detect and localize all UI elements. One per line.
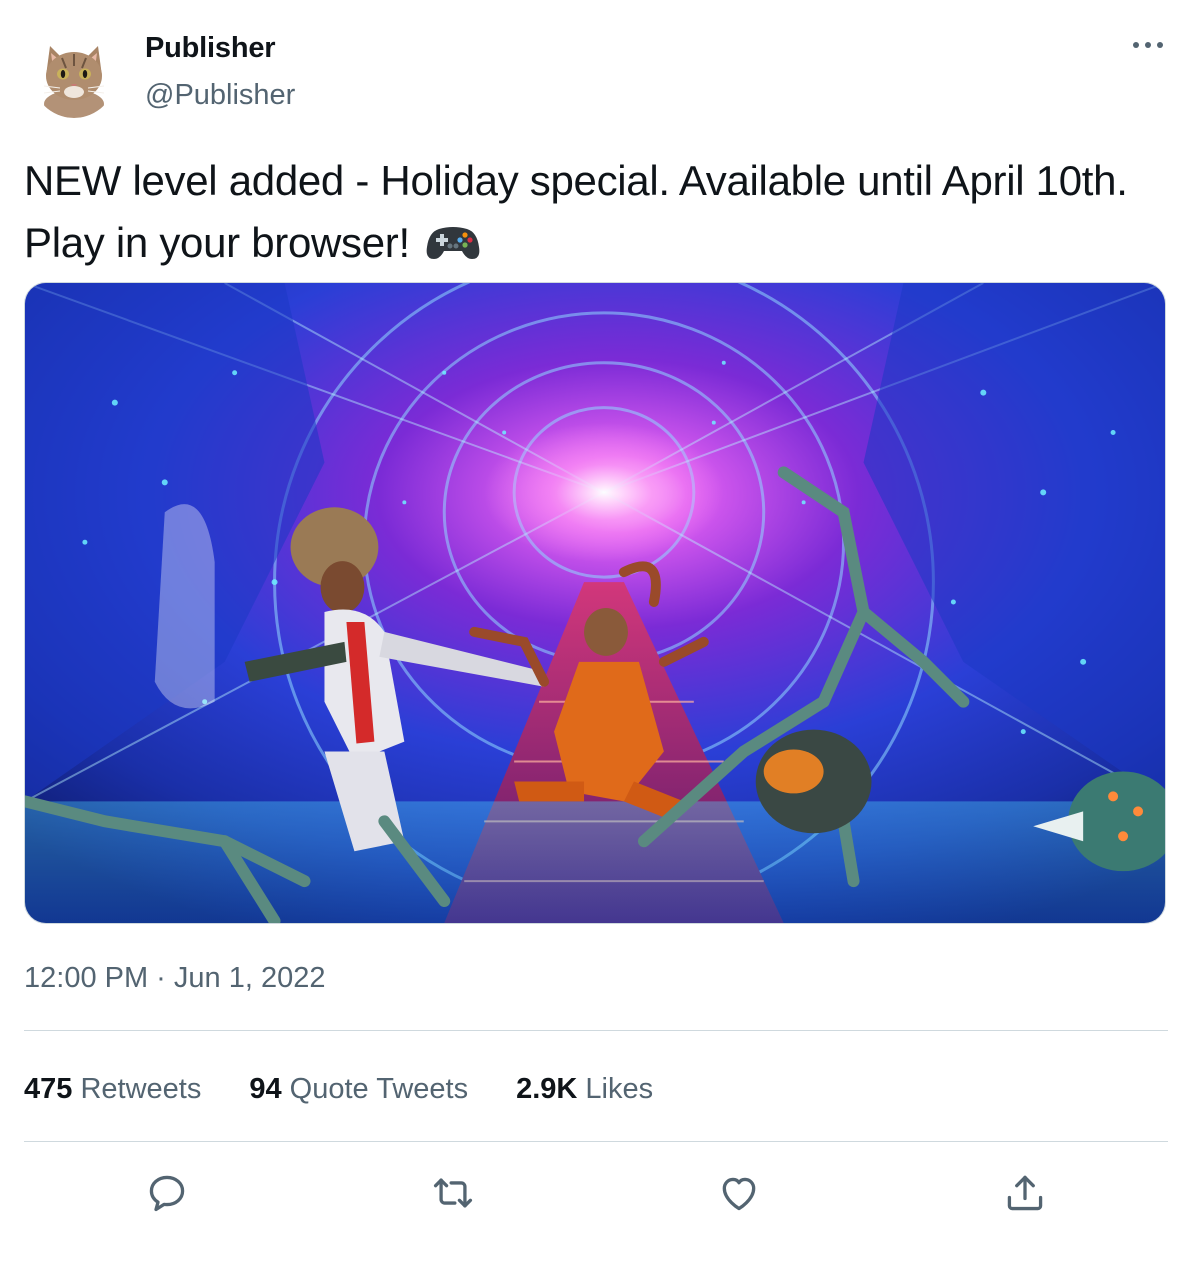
- tweet-body: NEW level added - Holiday special. Avail…: [24, 157, 1128, 266]
- tweet-actions-bar: [0, 1162, 1192, 1222]
- share-icon: [1007, 1175, 1043, 1211]
- quote-tweets-count: 94: [249, 1073, 282, 1105]
- tweet-text: NEW level added - Holiday special. Avail…: [24, 150, 1164, 274]
- likes-count: 2.9K: [516, 1073, 578, 1105]
- retweets-count: 475: [24, 1073, 73, 1105]
- avatar[interactable]: [32, 34, 116, 118]
- likes-stat[interactable]: 2.9K Likes: [516, 1073, 653, 1106]
- game-artwork-image: [25, 283, 1165, 923]
- cat-avatar-icon: [32, 34, 116, 118]
- reply-button[interactable]: [142, 1168, 192, 1218]
- quote-tweets-label: Quote Tweets: [289, 1073, 469, 1105]
- likes-label: Likes: [585, 1073, 654, 1105]
- divider: [24, 1030, 1168, 1031]
- tweet-timestamp[interactable]: 12:00 PM · Jun 1, 2022: [24, 962, 325, 995]
- author-handle[interactable]: @Publisher: [145, 79, 295, 112]
- divider: [24, 1141, 1168, 1142]
- more-dots-icon: [1133, 42, 1163, 48]
- tweet-media-image[interactable]: [24, 282, 1166, 924]
- retweets-stat[interactable]: 475 Retweets: [24, 1073, 201, 1106]
- heart-icon: [722, 1177, 756, 1211]
- quote-tweets-stat[interactable]: 94 Quote Tweets: [249, 1073, 468, 1106]
- reply-icon: [149, 1175, 185, 1212]
- share-button[interactable]: [1000, 1168, 1050, 1218]
- author-name[interactable]: Publisher: [145, 32, 276, 65]
- video-game-controller-icon: [425, 218, 481, 260]
- retweets-label: Retweets: [80, 1073, 202, 1105]
- like-button[interactable]: [714, 1168, 764, 1218]
- more-options-button[interactable]: [1122, 28, 1174, 62]
- retweet-button[interactable]: [428, 1168, 478, 1218]
- retweet-icon: [433, 1178, 473, 1208]
- engagement-stats: 475 Retweets 94 Quote Tweets 2.9K Likes: [24, 1073, 653, 1106]
